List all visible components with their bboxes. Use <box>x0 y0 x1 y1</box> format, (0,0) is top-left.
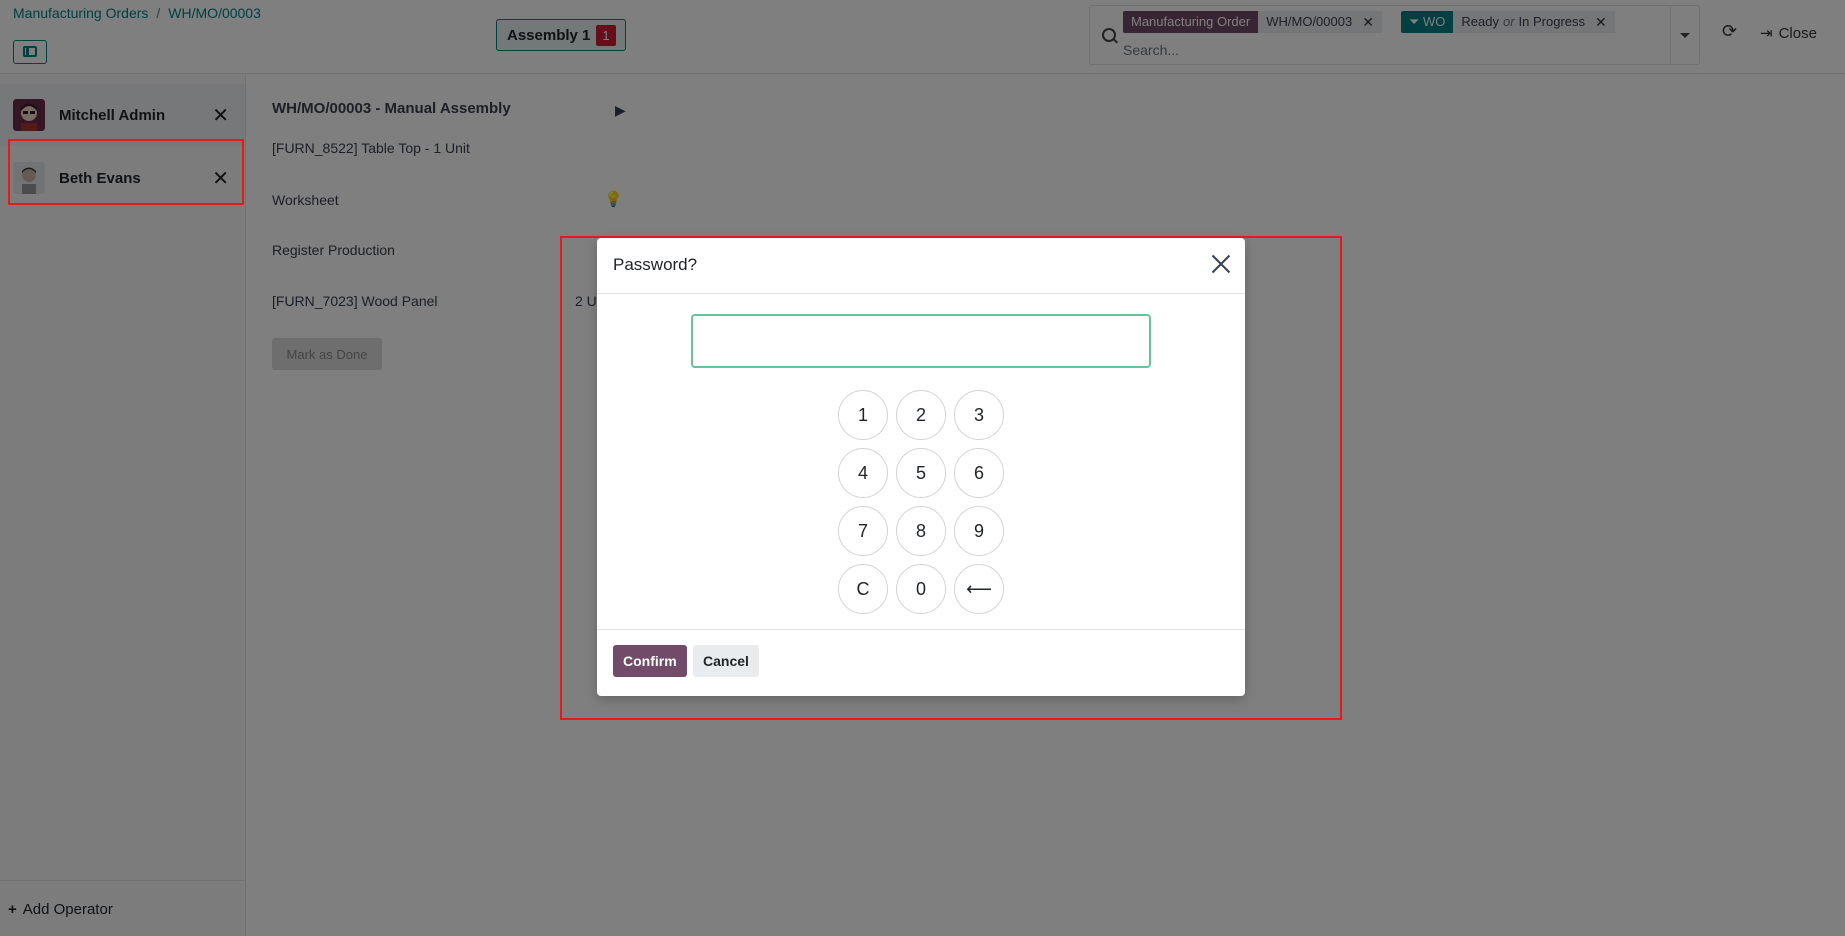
cancel-button[interactable]: Cancel <box>693 645 759 677</box>
password-dialog: Password? 1 2 3 4 5 6 7 8 9 C 0 ⟵ Confir… <box>597 238 1245 696</box>
key-2[interactable]: 2 <box>896 390 946 440</box>
password-input[interactable] <box>691 314 1151 368</box>
key-8[interactable]: 8 <box>896 506 946 556</box>
key-9[interactable]: 9 <box>954 506 1004 556</box>
key-6[interactable]: 6 <box>954 448 1004 498</box>
key-7[interactable]: 7 <box>838 506 888 556</box>
dialog-header: Password? <box>597 238 1245 294</box>
dialog-footer: Confirm Cancel <box>597 629 1245 696</box>
key-1[interactable]: 1 <box>838 390 888 440</box>
close-icon[interactable] <box>1211 254 1231 274</box>
key-5[interactable]: 5 <box>896 448 946 498</box>
key-4[interactable]: 4 <box>838 448 888 498</box>
highlight-box-operator <box>8 139 244 205</box>
dialog-title: Password? <box>613 255 698 274</box>
numeric-keypad: 1 2 3 4 5 6 7 8 9 C 0 ⟵ <box>838 390 1004 614</box>
confirm-button[interactable]: Confirm <box>613 645 687 677</box>
key-clear[interactable]: C <box>838 564 888 614</box>
key-0[interactable]: 0 <box>896 564 946 614</box>
key-3[interactable]: 3 <box>954 390 1004 440</box>
backspace-key[interactable]: ⟵ <box>954 564 1004 614</box>
